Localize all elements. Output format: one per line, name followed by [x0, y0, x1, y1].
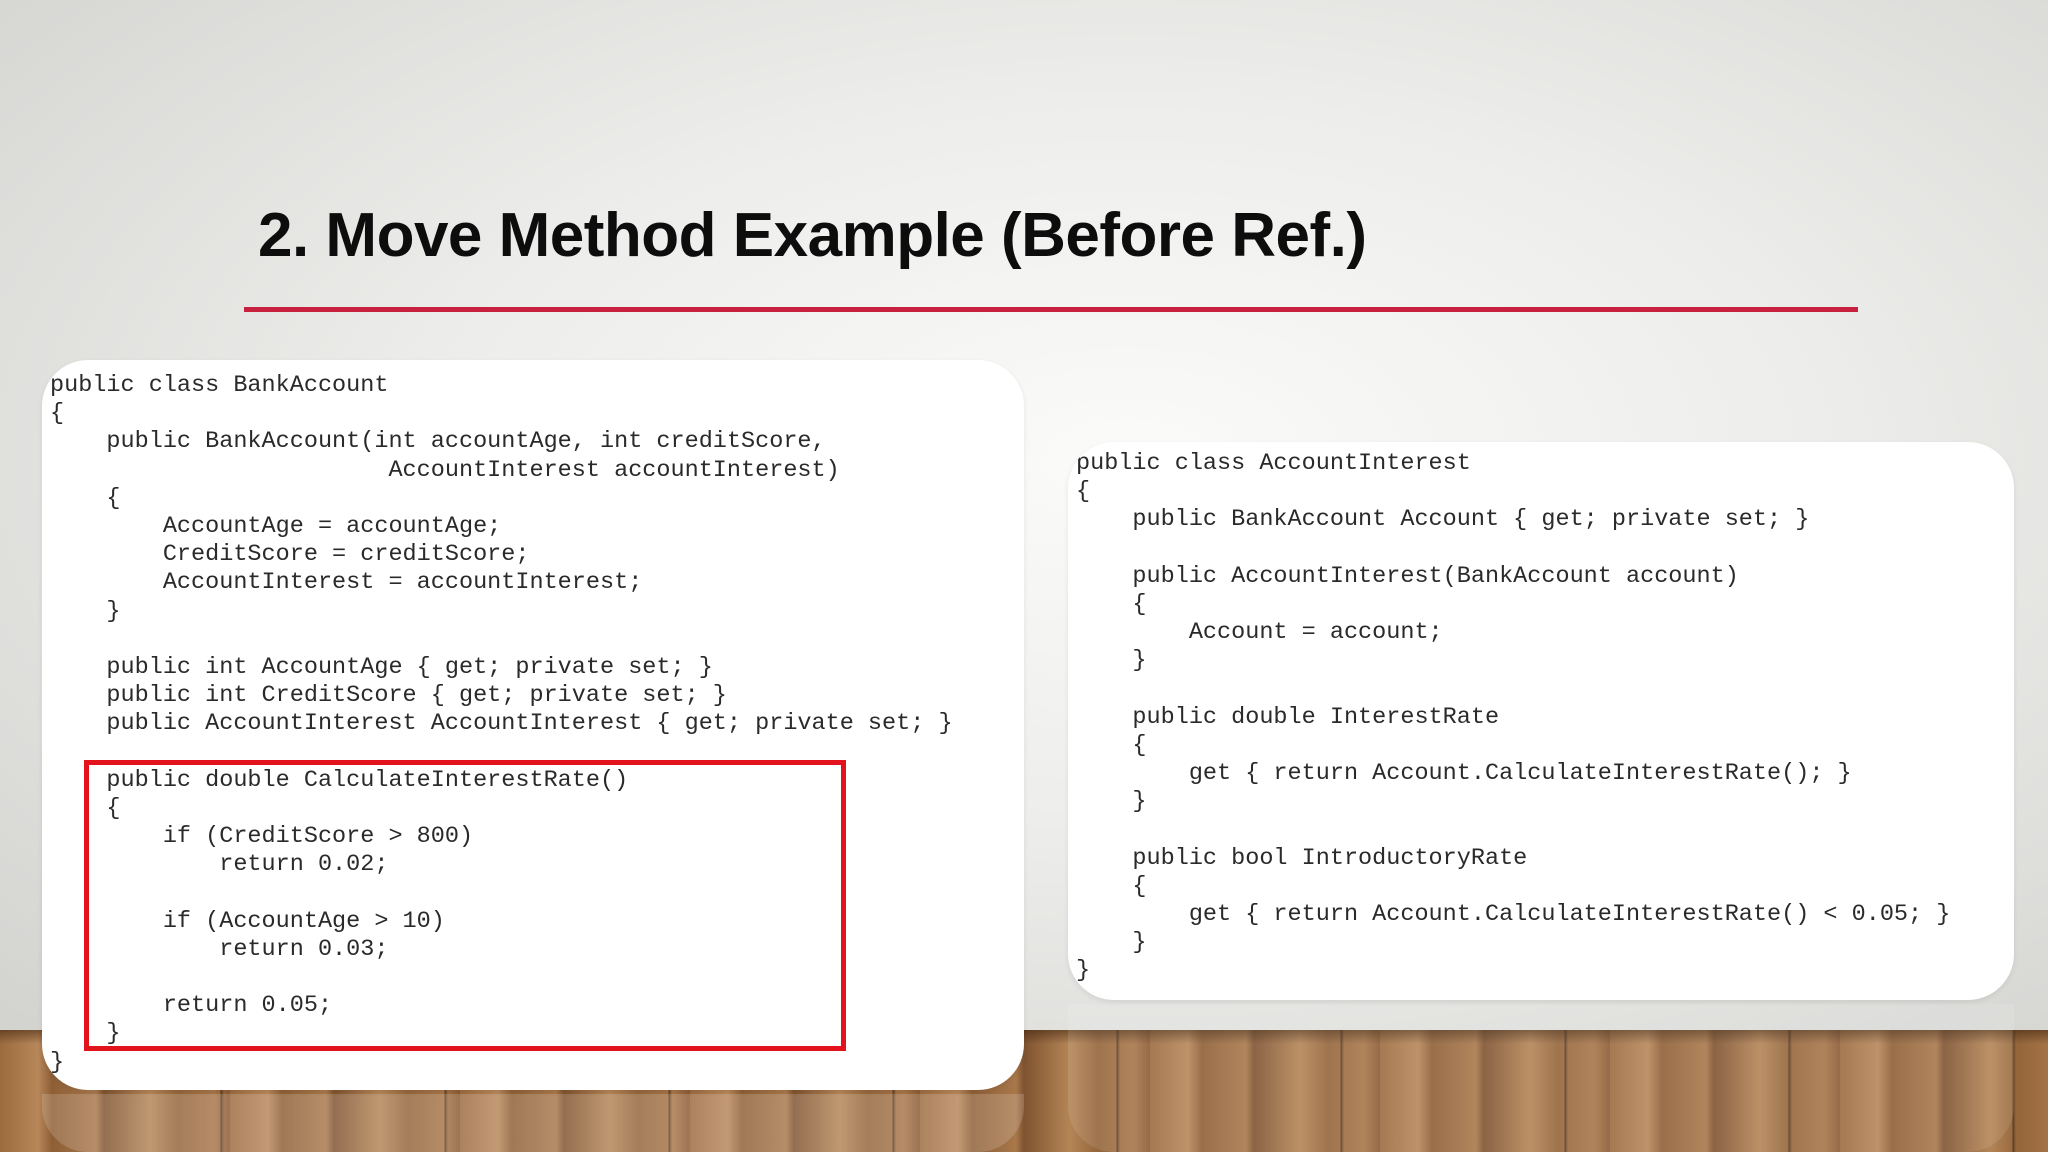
account-interest-code-block: public class AccountInterest{ public Ban…: [1076, 450, 1950, 986]
code-line: {: [1076, 478, 1091, 506]
code-line: public int AccountAge { get; private set…: [50, 653, 713, 681]
code-line: public double InterestRate: [1076, 703, 1500, 731]
code-line: }: [1076, 647, 1147, 675]
code-line: public double CalculateInterestRate(): [50, 766, 629, 794]
account-interest-code-panel: public class AccountInterest{ public Ban…: [1068, 442, 2014, 1000]
code-line: if (AccountAge > 10): [50, 907, 445, 935]
code-line: {: [50, 794, 121, 822]
code-line: {: [50, 400, 65, 428]
code-line: CreditScore = creditScore;: [50, 541, 530, 569]
code-line: public BankAccount Account { get; privat…: [1076, 506, 1810, 534]
code-line: public bool IntroductoryRate: [1076, 844, 1528, 872]
code-line: AccountInterest accountInterest): [50, 456, 840, 484]
code-line: }: [50, 1020, 121, 1048]
code-line: return 0.02;: [50, 851, 389, 879]
code-line: }: [1076, 957, 1091, 985]
code-line: if (CreditScore > 800): [50, 823, 474, 850]
title-underline: [244, 307, 1858, 312]
code-line: {: [50, 484, 121, 512]
code-line: }: [50, 597, 121, 625]
code-line: return 0.05;: [50, 992, 333, 1020]
code-line: {: [1076, 872, 1147, 900]
code-line: public int CreditScore { get; private se…: [50, 682, 727, 710]
code-line: get { return Account.CalculateInterestRa…: [1076, 901, 1951, 928]
code-line: return 0.03;: [50, 935, 389, 963]
code-line: }: [50, 1048, 65, 1076]
code-line: public AccountInterest AccountInterest {…: [50, 710, 953, 738]
code-line: {: [1076, 731, 1147, 759]
code-line: public AccountInterest(BankAccount accou…: [1076, 562, 1739, 590]
code-line: public class AccountInterest: [1076, 450, 1471, 477]
code-line: AccountInterest = accountInterest;: [50, 569, 643, 597]
code-line: }: [1076, 788, 1147, 816]
code-line: get { return Account.CalculateInterestRa…: [1076, 760, 1852, 788]
code-line: public class BankAccount: [50, 372, 389, 399]
bank-account-code-block: public class BankAccount{ public BankAcc…: [50, 372, 953, 1077]
code-line: {: [1076, 590, 1147, 618]
right-panel-reflection: [1068, 1004, 2014, 1152]
code-line: Account = account;: [1076, 619, 1443, 647]
code-line: }: [1076, 929, 1147, 957]
bank-account-code-panel: public class BankAccount{ public BankAcc…: [42, 360, 1024, 1090]
code-line: public BankAccount(int accountAge, int c…: [50, 428, 826, 456]
slide: 2. Move Method Example (Before Ref.) pub…: [0, 0, 2048, 1152]
left-panel-reflection: [42, 1094, 1024, 1152]
code-line: AccountAge = accountAge;: [50, 512, 502, 540]
slide-title: 2. Move Method Example (Before Ref.): [258, 201, 1367, 270]
